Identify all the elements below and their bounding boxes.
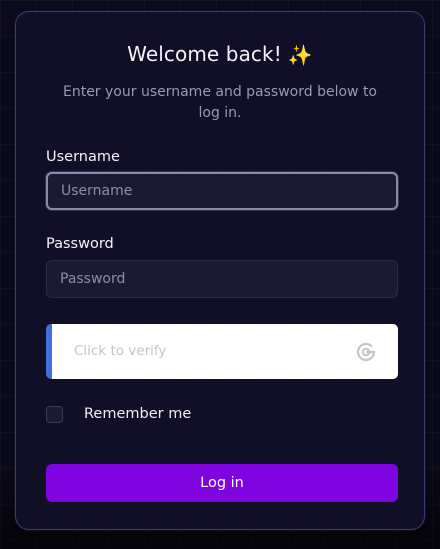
username-label: Username <box>46 149 120 165</box>
username-input[interactable] <box>46 172 398 210</box>
remember-me-label: Remember me <box>84 406 192 422</box>
login-card: Welcome back! ✨ Enter your username and p… <box>15 11 425 530</box>
password-label: Password <box>46 236 114 252</box>
page-title: Welcome back! ✨ <box>16 42 424 67</box>
refresh-g-icon <box>356 342 376 361</box>
subtitle: Enter your username and password below t… <box>62 84 377 121</box>
password-input[interactable] <box>46 260 398 298</box>
captcha-widget[interactable]: Click to verify <box>46 324 398 379</box>
captcha-label: Click to verify <box>74 343 167 359</box>
remember-me-checkbox[interactable] <box>46 405 63 423</box>
login-button[interactable]: Log in <box>46 464 398 502</box>
sparkles-icon: ✨ <box>287 43 313 67</box>
remember-me-row[interactable]: Remember me <box>46 404 191 424</box>
title-text: Welcome back! <box>127 42 282 66</box>
